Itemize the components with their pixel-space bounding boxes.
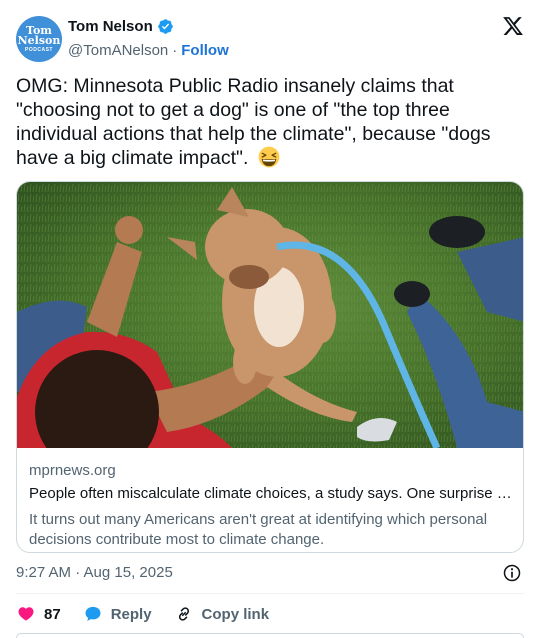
follow-button[interactable]: Follow: [181, 42, 229, 59]
avatar-text-line-3: PODCAST: [25, 46, 53, 53]
reply-button[interactable]: Reply: [83, 604, 152, 624]
avatar[interactable]: Tom Nelson PODCAST: [16, 16, 62, 62]
copy-link-label: Copy link: [201, 605, 270, 623]
author-block: Tom Nelson @TomANelson · Follow: [68, 16, 229, 61]
reply-bubble-icon: [85, 606, 101, 621]
tweet-timestamp[interactable]: 9:27 AM · Aug 15, 2025: [16, 564, 173, 581]
author-handle[interactable]: @TomANelson: [68, 42, 168, 59]
link-chain-icon: [178, 607, 189, 621]
link-meta: mprnews.org People often miscalculate cl…: [29, 462, 513, 550]
link-preview-card[interactable]: mprnews.org People often miscalculate cl…: [16, 181, 524, 553]
like-button[interactable]: 87: [16, 604, 61, 624]
x-logo-icon[interactable]: [502, 15, 524, 37]
grinning-squinting-face-emoji-icon: [258, 146, 280, 168]
reply-label: Reply: [110, 605, 152, 623]
info-icon[interactable]: [502, 563, 522, 583]
tweet-text: OMG: Minnesota Public Radio insanely cla…: [16, 75, 491, 169]
like-count: 87: [44, 605, 61, 623]
child-petting-dog-photo: [17, 182, 523, 448]
link-headline: People often miscalculate climate choice…: [29, 485, 513, 502]
link-domain: mprnews.org: [29, 462, 116, 479]
heart-icon: [18, 607, 34, 621]
tweet-card: Tom Nelson PODCAST Tom Nelson @TomANelso…: [0, 0, 540, 638]
separator-dot: ·: [172, 41, 178, 59]
read-replies-button-edge[interactable]: [16, 633, 524, 638]
link-description: It turns out many Americans aren't great…: [29, 511, 488, 548]
divider: [16, 593, 524, 594]
verified-badge-icon: [157, 18, 173, 34]
avatar-text-line-2: Nelson: [17, 34, 61, 48]
author-name[interactable]: Tom Nelson: [68, 18, 153, 35]
tweet-text-block: OMG: Minnesota Public Radio insanely cla…: [16, 74, 521, 170]
action-bar: 87 Reply Copy link: [16, 602, 291, 626]
copy-link-button[interactable]: Copy link: [174, 604, 270, 624]
